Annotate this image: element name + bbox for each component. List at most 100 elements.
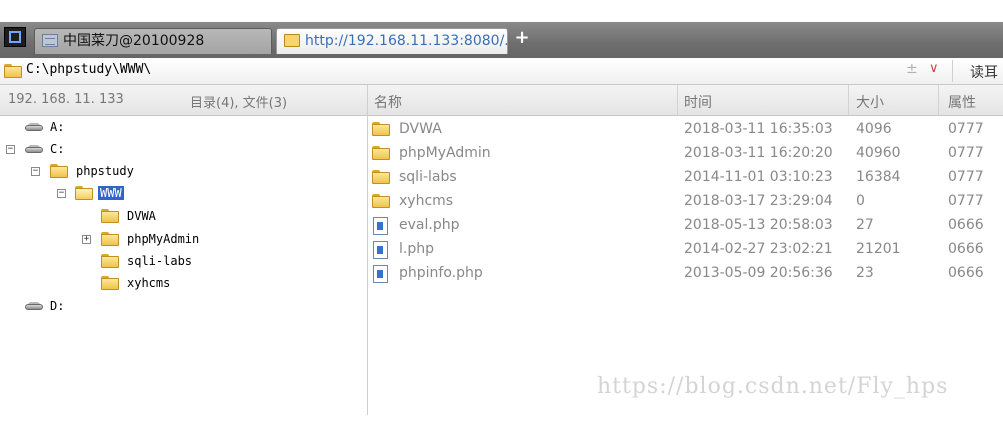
folder-icon	[50, 164, 68, 178]
divider	[952, 60, 953, 82]
file-attr: 0777	[948, 121, 984, 137]
expand-icon[interactable]: +	[82, 235, 91, 244]
tab-caidao[interactable]: 中国菜刀@20100928	[34, 28, 272, 54]
new-tab-button[interactable]: +	[514, 28, 530, 48]
folder-icon	[101, 254, 119, 268]
read-button[interactable]: 读耳	[970, 62, 998, 82]
tree-item-phpstudy[interactable]: − phpstudy	[0, 162, 360, 182]
file-name: phpMyAdmin	[399, 145, 491, 161]
folder-icon	[372, 146, 390, 160]
column-divider[interactable]	[677, 85, 678, 115]
column-divider[interactable]	[938, 85, 939, 115]
drive-icon	[24, 123, 44, 132]
file-size: 23	[856, 265, 874, 281]
folder-icon	[101, 276, 119, 290]
file-name: DVWA	[399, 121, 442, 137]
php-file-icon	[373, 265, 389, 283]
column-header-size[interactable]: 大小	[856, 92, 884, 112]
file-row[interactable]: sqli-labs 2014-11-01 03:10:23 16384 0777	[368, 166, 1003, 190]
directory-summary: 目录(4), 文件(3)	[190, 96, 288, 111]
file-size: 16384	[856, 169, 901, 185]
collapse-icon[interactable]: −	[31, 167, 40, 176]
tab-label: 中国菜刀@20100928	[63, 33, 205, 49]
tree-item-label: A:	[50, 120, 65, 134]
tree-item-label: D:	[50, 299, 65, 313]
folder-open-icon	[75, 186, 93, 200]
file-attr: 0777	[948, 193, 984, 209]
window-icon	[42, 34, 58, 47]
panel-toggle-icon[interactable]	[4, 27, 26, 47]
tab-remote-url[interactable]: http://192.168.11.133:8080/...	[276, 28, 508, 54]
column-header-attr[interactable]: 属性	[948, 92, 976, 112]
php-file-icon	[373, 241, 389, 259]
tree-item-label-selected: WWW	[98, 186, 124, 200]
tree-header: 192. 168. 11. 133 目录(4), 文件(3)	[0, 85, 367, 116]
tree-item-label: C:	[50, 142, 65, 156]
file-row[interactable]: DVWA 2018-03-11 16:35:03 4096 0777	[368, 118, 1003, 142]
folder-icon	[372, 194, 390, 208]
tree-item-label: phpstudy	[76, 164, 134, 178]
file-time: 2014-11-01 03:10:23	[684, 169, 833, 185]
tab-bar: 中国菜刀@20100928 http://192.168.11.133:8080…	[0, 22, 1003, 59]
file-time: 2018-03-17 23:29:04	[684, 193, 833, 209]
tree-item-drive-a[interactable]: A:	[0, 118, 360, 138]
tree-item-label: sqli-labs	[127, 254, 193, 268]
file-size: 4096	[856, 121, 892, 137]
column-header-time[interactable]: 时间	[684, 92, 712, 112]
file-name: xyhcms	[399, 193, 454, 209]
host-address: 192. 168. 11. 133	[8, 92, 124, 107]
tree-item-label: xyhcms	[127, 276, 171, 290]
file-row[interactable]: eval.php 2018-05-13 20:58:03 27 0666	[368, 214, 1003, 238]
tab-label: http://192.168.11.133:8080/...	[305, 33, 508, 49]
file-row[interactable]: xyhcms 2018-03-17 23:29:04 0 0777	[368, 190, 1003, 214]
file-time: 2018-03-11 16:20:20	[684, 145, 833, 161]
file-size: 40960	[856, 145, 901, 161]
history-toggle-icon[interactable]: ±	[906, 61, 918, 77]
file-attr: 0666	[948, 241, 984, 257]
address-bar: C:\phpstudy\WWW\ ± ∨ 读耳	[0, 58, 1003, 85]
folder-icon	[101, 232, 119, 246]
file-time: 2018-03-11 16:35:03	[684, 121, 833, 137]
tree-item-www[interactable]: − WWW	[0, 184, 360, 204]
folder-icon	[372, 170, 390, 184]
file-size: 27	[856, 217, 874, 233]
file-row[interactable]: l.php 2014-02-27 23:02:21 21201 0666	[368, 238, 1003, 262]
file-time: 2014-02-27 23:02:21	[684, 241, 833, 257]
tree-item-dvwa[interactable]: DVWA	[0, 207, 360, 227]
tree-item-drive-d[interactable]: D:	[0, 297, 360, 317]
file-size: 21201	[856, 241, 901, 257]
file-attr: 0777	[948, 145, 984, 161]
collapse-icon[interactable]: −	[6, 145, 15, 154]
tree-item-label: DVWA	[127, 209, 156, 223]
tree-item-label: phpMyAdmin	[127, 232, 200, 246]
folder-icon	[101, 209, 119, 223]
file-attr: 0666	[948, 217, 984, 233]
file-attr: 0777	[948, 169, 984, 185]
tree-item-xyhcms[interactable]: xyhcms	[0, 274, 360, 294]
drive-icon	[24, 302, 44, 311]
file-size: 0	[856, 193, 865, 209]
file-time: 2018-05-13 20:58:03	[684, 217, 833, 233]
tree-item-drive-c[interactable]: − C:	[0, 140, 360, 160]
column-divider[interactable]	[848, 85, 849, 115]
folder-icon	[372, 122, 390, 136]
top-spacer	[0, 0, 1003, 22]
file-name: sqli-labs	[399, 169, 457, 185]
file-name: l.php	[399, 241, 434, 257]
drive-icon	[24, 145, 44, 154]
file-name: eval.php	[399, 217, 460, 233]
address-path-input[interactable]: C:\phpstudy\WWW\	[26, 62, 151, 77]
collapse-icon[interactable]: −	[57, 189, 66, 198]
file-time: 2013-05-09 20:56:36	[684, 265, 833, 281]
folder-icon	[284, 34, 300, 47]
file-list-header: 名称 时间 大小 属性	[368, 85, 1003, 116]
column-header-name[interactable]: 名称	[374, 92, 402, 112]
tree-item-sqli-labs[interactable]: sqli-labs	[0, 252, 360, 272]
file-name: phpinfo.php	[399, 265, 483, 281]
folder-icon	[4, 64, 22, 78]
file-row[interactable]: phpMyAdmin 2018-03-11 16:20:20 40960 077…	[368, 142, 1003, 166]
php-file-icon	[373, 217, 389, 235]
chevron-down-icon[interactable]: ∨	[929, 61, 939, 76]
file-row[interactable]: phpinfo.php 2013-05-09 20:56:36 23 0666	[368, 262, 1003, 286]
tree-item-phpmyadmin[interactable]: + phpMyAdmin	[0, 230, 360, 250]
